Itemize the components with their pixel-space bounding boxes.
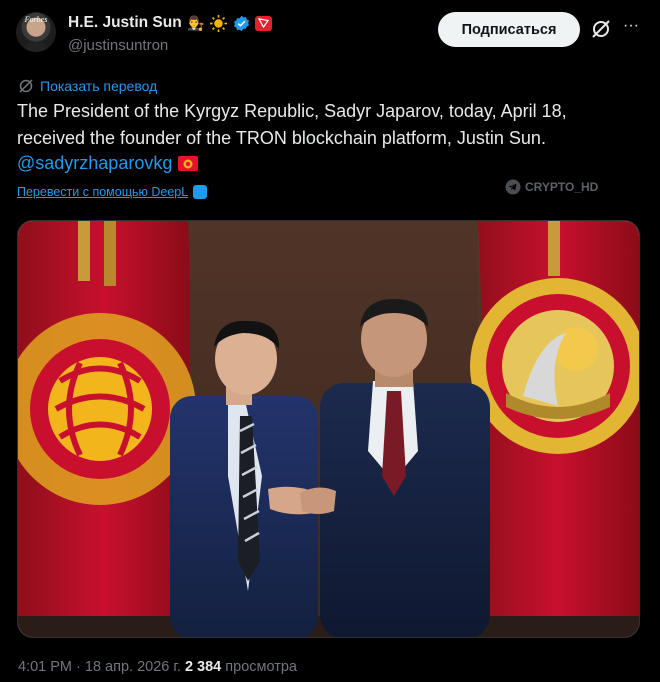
grok-icon[interactable] — [590, 18, 612, 40]
kyrgyz-flag-icon — [178, 156, 199, 171]
deepl-icon — [193, 185, 208, 199]
more-icon[interactable]: ··· — [623, 18, 641, 36]
tweet-header: Forbes H.E. Justin Sun 👨‍⚖️ @justinsuntr… — [16, 10, 646, 58]
author-display-name[interactable]: H.E. Justin Sun — [68, 14, 182, 32]
judge-emoji-icon: 👨‍⚖️ — [186, 15, 205, 31]
tweet-photo[interactable] — [17, 220, 640, 638]
show-translation-row[interactable]: Показать перевод — [18, 78, 157, 94]
views-count: 2 384 — [184, 659, 222, 675]
avatar-forbes-logo: Forbes — [24, 15, 48, 24]
watermark: CRYPTO_HD — [505, 179, 598, 195]
avatar[interactable]: Forbes — [16, 12, 56, 52]
photo-scene — [18, 221, 639, 637]
translate-icon — [19, 79, 33, 93]
show-translation-link[interactable]: Показать перевод — [40, 78, 157, 94]
sun-emoji-icon — [210, 14, 228, 32]
mention-row: @sadyrzhaparovkg — [17, 153, 199, 174]
avatar-figure — [22, 42, 50, 52]
tweet-date[interactable]: 18 апр. 2026 г. — [85, 659, 181, 675]
meta-separator: · — [72, 659, 85, 675]
deepl-translate-row[interactable]: Перевести с помощью DeepL — [17, 185, 208, 199]
presidential-emblem — [470, 278, 639, 454]
verified-badge-icon[interactable] — [233, 15, 250, 32]
watermark-text: CRYPTO_HD — [525, 180, 599, 194]
mention-link[interactable]: @sadyrzhaparovkg — [17, 153, 172, 174]
deepl-translate-link[interactable]: Перевести с помощью DeepL — [17, 185, 188, 199]
tweet-time[interactable]: 4:01 PM — [18, 659, 72, 675]
subscribe-button[interactable]: Подписаться — [438, 12, 580, 47]
telegram-icon — [505, 179, 521, 195]
views-label: просмотра — [225, 659, 297, 675]
author-handle[interactable]: @justinsuntron — [68, 37, 168, 54]
tweet-text: The President of the Kyrgyz Republic, Sa… — [17, 101, 567, 148]
tron-icon[interactable] — [254, 15, 272, 31]
author-name-row: H.E. Justin Sun 👨‍⚖️ — [68, 14, 272, 32]
tweet-meta: 4:01 PM · 18 апр. 2026 г. 2 384 просмотр… — [18, 659, 297, 675]
handshake — [268, 486, 336, 515]
